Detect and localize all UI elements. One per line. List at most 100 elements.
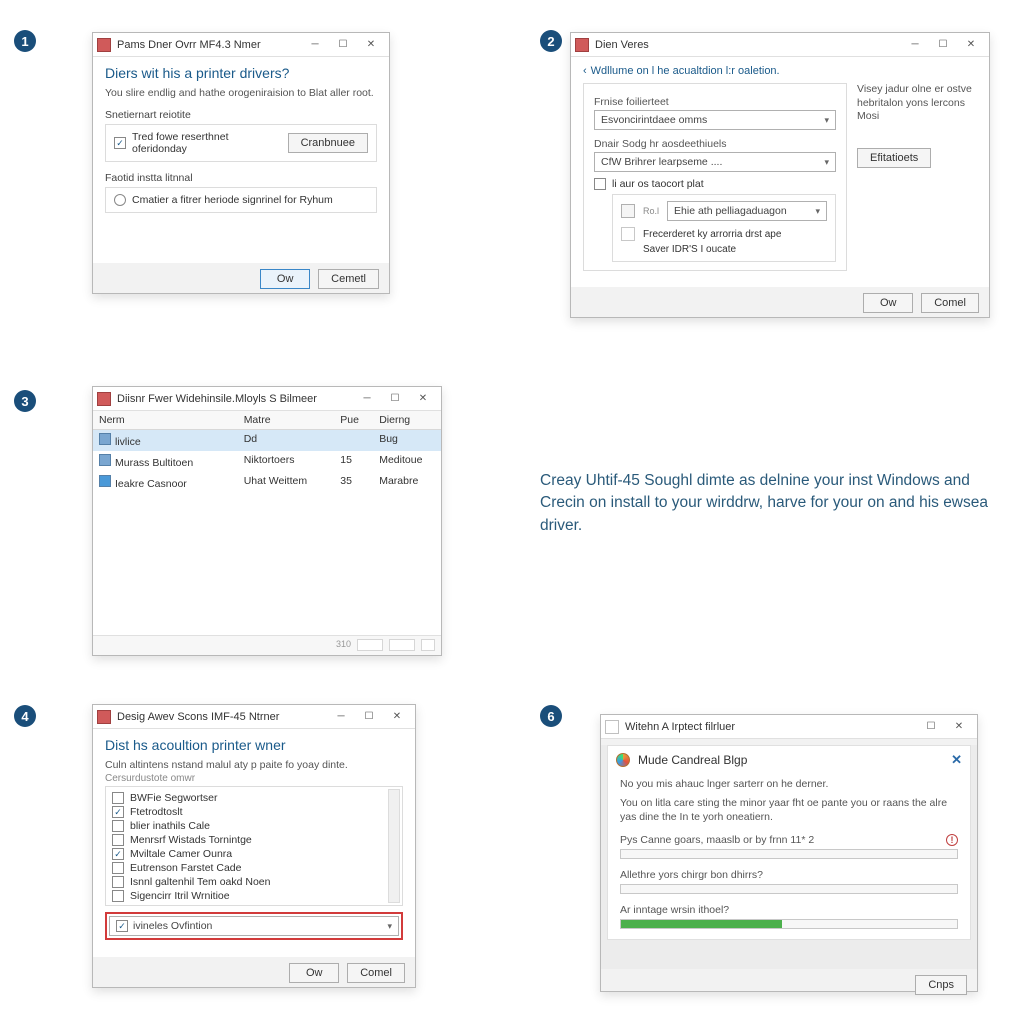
col-c[interactable]: Pue [334, 411, 373, 429]
radio-label: Cmatier a fitrer heriode signrinel for R… [132, 194, 368, 206]
maximize-button[interactable]: ☐ [381, 388, 409, 410]
highlighted-dropdown[interactable]: ✓ ivineles Ovfintion ▾ [109, 916, 399, 936]
close-button[interactable]: ✕ [945, 716, 973, 738]
minimize-button[interactable]: ─ [301, 34, 329, 56]
ok-button[interactable]: Ow [289, 963, 339, 983]
titlebar[interactable]: Dien Veres ─ ☐ ✕ [571, 33, 989, 57]
status-chip [421, 639, 435, 651]
progress-label-b: Allethre yors chirgr bon dhirrs? [620, 869, 958, 881]
chevron-down-icon: ▾ [824, 115, 829, 126]
maximize-button[interactable]: ☐ [929, 34, 957, 56]
progress-label-c: Ar inntage wrsin ithoel? [620, 904, 958, 916]
sub-checkbox[interactable] [594, 178, 606, 190]
cell: Murass Bultitoen [115, 457, 193, 469]
check-item[interactable]: blier inathils Cale [110, 819, 398, 833]
check-item[interactable]: ✓Mviltale Camer Ounra [110, 847, 398, 861]
close-button[interactable]: ✕ [957, 34, 985, 56]
list-header[interactable]: Nerm Matre Pue Dierng [93, 411, 441, 430]
sub-dropdown-value: Ehie ath pelliagaduagon [674, 205, 787, 217]
progress-bar-b [620, 884, 958, 894]
titlebar[interactable]: Witehn A Irptect filrluer ☐ ✕ [601, 715, 977, 739]
page-icon [621, 227, 635, 241]
dialog-heading: Dist hs acoultion printer wner [105, 737, 403, 753]
checkbox[interactable] [112, 792, 124, 804]
checkbox[interactable]: ✓ [112, 848, 124, 860]
close-button[interactable]: ✕ [357, 34, 385, 56]
dialog-subtext: Culn altintens nstand malul aty p paite … [105, 759, 403, 771]
browse-button[interactable]: Cranbnuee [288, 133, 368, 153]
cell: Uhat Weittem [238, 472, 335, 493]
option-radio[interactable] [114, 194, 126, 206]
chevron-left-icon: ‹ [583, 65, 587, 77]
checkbox[interactable]: ✓ [112, 806, 124, 818]
sub-caption: Ro.l [643, 206, 659, 216]
device-icon [99, 433, 111, 445]
step1-dialog: Pams Dner Ovrr MF4.3 Nmer ─ ☐ ✕ Diers wi… [92, 32, 390, 294]
status-bar: 310 [93, 635, 441, 655]
checkbox[interactable] [112, 862, 124, 874]
sub-dropdown[interactable]: Ehie ath pelliagaduagon ▾ [667, 201, 827, 221]
instruction-paragraph: Creay Uhtif-45 Soughl dimte as delnine y… [540, 470, 1010, 537]
right-action-button[interactable]: Efitatioets [857, 148, 931, 168]
window-title: Desig Awev Scons IMF-45 Ntrner [117, 711, 327, 723]
minimize-button[interactable]: ─ [353, 388, 381, 410]
check-label: Isnnl galtenhil Tem oakd Noen [130, 876, 270, 888]
window-title: Dien Veres [595, 39, 901, 51]
col-b[interactable]: Matre [238, 411, 335, 429]
list-row[interactable]: Ieakre Casnoor Uhat Weittem 35 Marabre [93, 472, 441, 493]
card-line-2: You on litla care sting the minor yaar f… [620, 796, 958, 824]
option-checkbox[interactable]: ✓ [114, 137, 126, 149]
step-badge-6: 6 [540, 705, 562, 727]
check-item[interactable]: BWFie Segwortser [110, 791, 398, 805]
close-button[interactable]: ✕ [409, 388, 437, 410]
ok-button[interactable]: Cnps [915, 975, 967, 995]
titlebar[interactable]: Desig Awev Scons IMF-45 Ntrner ─ ☐ ✕ [93, 705, 415, 729]
check-item[interactable]: Menrsrf Wistads Tornintge [110, 833, 398, 847]
chevron-down-icon: ▾ [824, 157, 829, 168]
col-name[interactable]: Nerm [93, 411, 238, 429]
checkbox[interactable] [112, 834, 124, 846]
cell: Bug [373, 430, 441, 451]
titlebar[interactable]: Pams Dner Ovrr MF4.3 Nmer ─ ☐ ✕ [93, 33, 389, 57]
check-item[interactable]: Eutrenson Farstet Cade [110, 861, 398, 875]
minimize-button[interactable]: ─ [901, 34, 929, 56]
minimize-button[interactable]: ─ [327, 706, 355, 728]
checkbox[interactable] [112, 890, 124, 902]
list-row[interactable]: Murass Bultitoen Niktortoers 15 Meditoue [93, 451, 441, 472]
check-item[interactable]: Sigencirr Itril Wrnitioe [110, 889, 398, 903]
checkbox[interactable]: ✓ [116, 920, 128, 932]
list-body[interactable]: livlice Dd Bug Murass Bultitoen Niktorto… [93, 430, 441, 635]
doc-icon [621, 204, 635, 218]
checkbox[interactable] [112, 876, 124, 888]
card-close-icon[interactable]: ✕ [951, 752, 962, 768]
ok-button[interactable]: Ow [863, 293, 913, 313]
feature-checklist[interactable]: BWFie Segwortser ✓Ftetrodtoslt blier ina… [105, 786, 403, 906]
checkbox[interactable] [112, 820, 124, 832]
field1-label: Frnise foilierteet [594, 96, 836, 108]
maximize-button[interactable]: ☐ [355, 706, 383, 728]
check-item[interactable]: ✓Ftetrodtoslt [110, 805, 398, 819]
maximize-button[interactable]: ☐ [917, 716, 945, 738]
cancel-button[interactable]: Comel [347, 963, 405, 983]
option-label: Tred fowe reserthnet oferidonday [132, 131, 282, 155]
list-row[interactable]: livlice Dd Bug [93, 430, 441, 451]
close-button[interactable]: ✕ [383, 706, 411, 728]
maximize-button[interactable]: ☐ [329, 34, 357, 56]
titlebar[interactable]: Diisnr Fwer Widehinsile.Mloyls S Bilmeer… [93, 387, 441, 411]
app-icon [97, 38, 111, 52]
globe-icon [616, 753, 630, 767]
card-line-1: No you mis ahauc lnger sarterr on he der… [620, 778, 958, 790]
sub-item-1: Frecerderet ky arrorria drst ape [643, 229, 781, 240]
field2-dropdown[interactable]: CfW Brihrer learpseme .... ▾ [594, 152, 836, 172]
field1-dropdown[interactable]: Esvoncirintdaee omms ▾ [594, 110, 836, 130]
ok-button[interactable]: Ow [260, 269, 310, 289]
back-link[interactable]: ‹ Wdllume on l he acualtdion l:r oaletio… [583, 65, 847, 77]
cell: 35 [334, 472, 373, 493]
cancel-button[interactable]: Cemetl [318, 269, 379, 289]
check-item[interactable]: Isnnl galtenhil Tem oakd Noen [110, 875, 398, 889]
scrollbar[interactable] [388, 789, 400, 903]
warning-icon: ! [946, 834, 958, 846]
cancel-button[interactable]: Comel [921, 293, 979, 313]
status-chip [357, 639, 383, 651]
col-d[interactable]: Dierng [373, 411, 441, 429]
